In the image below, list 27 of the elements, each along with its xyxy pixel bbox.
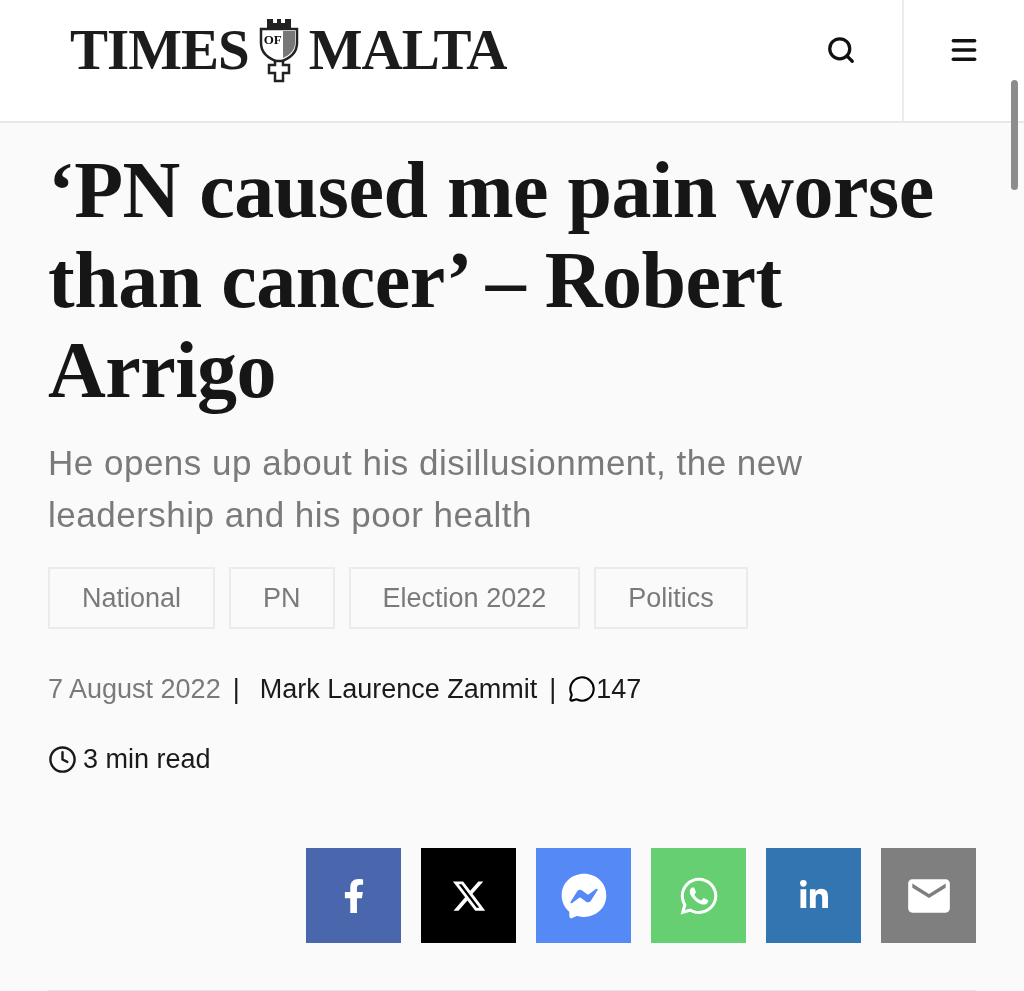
separator: | <box>232 673 240 705</box>
whatsapp-share-button[interactable] <box>651 848 746 943</box>
logo-text[interactable]: MALTA <box>308 21 507 78</box>
tag-link[interactable]: National <box>48 567 216 629</box>
article-date: 7 August 2022 <box>48 673 221 705</box>
search-icon <box>826 34 856 65</box>
scrollbar-thumb[interactable] <box>1011 80 1018 190</box>
read-time: 3 min read <box>83 743 211 775</box>
messenger-icon <box>560 872 607 919</box>
email-share-button[interactable] <box>881 848 976 943</box>
comment-icon <box>568 675 597 703</box>
x-share-button[interactable] <box>421 848 516 943</box>
facebook-share-button[interactable] <box>306 848 401 943</box>
clock-icon <box>48 744 77 774</box>
tag-link[interactable]: Election 2022 <box>348 567 581 629</box>
linkedin-share-button[interactable] <box>766 848 861 943</box>
article-headline: ‘PN caused me pain worse than cancer’ – Robert Arrigo <box>48 145 935 415</box>
article-standfirst: He opens up about his disillusionment, the new leadership and his poor health <box>48 442 804 536</box>
author-link[interactable]: Mark Laurence Zammit <box>259 673 538 705</box>
messenger-share-button[interactable] <box>536 848 631 943</box>
tag-link[interactable]: PN <box>229 567 335 629</box>
separator: | <box>549 673 557 705</box>
facebook-icon <box>342 878 365 913</box>
comment-count[interactable]: 147 <box>596 673 642 705</box>
tag-link[interactable]: Politics <box>594 567 748 629</box>
logo-text[interactable]: TIMES <box>70 21 249 78</box>
crest-text: OF <box>263 32 282 46</box>
